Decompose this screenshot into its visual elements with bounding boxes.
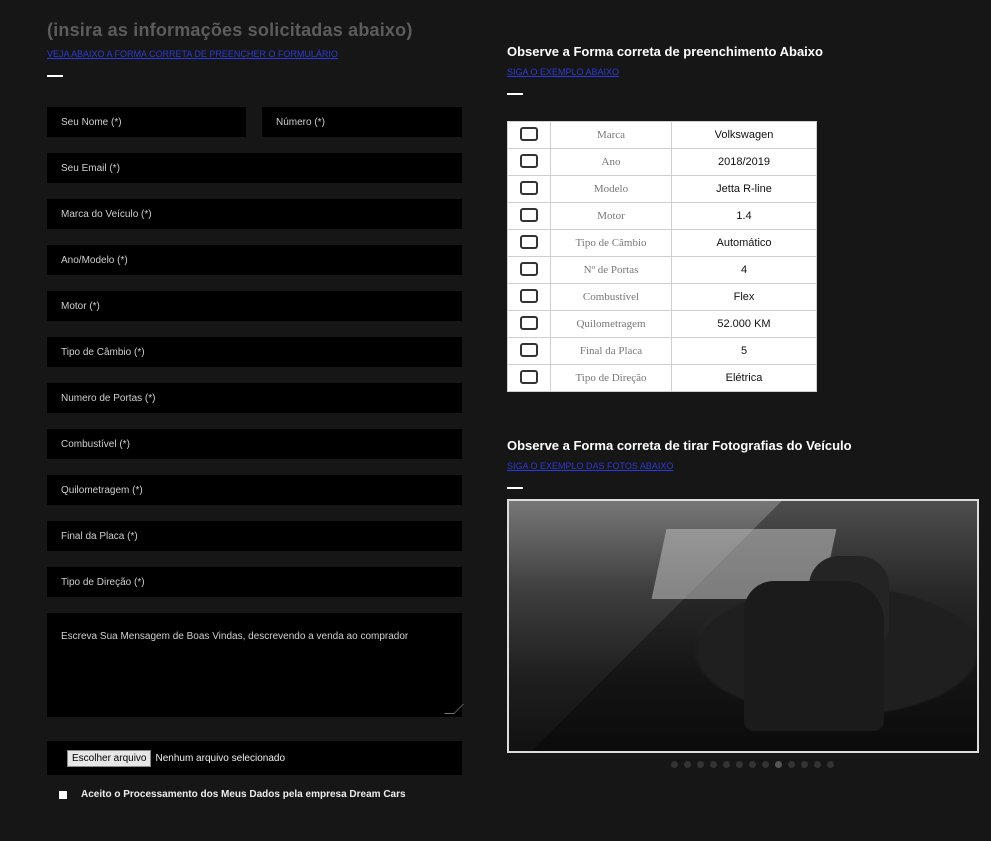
spec-value: 5 <box>671 337 817 365</box>
form-help-link[interactable]: VEJA ABAIXO A FORMA CORRETA DE PREENCHER… <box>47 49 462 59</box>
steering-input[interactable]: Tipo de Direção (*) <box>47 567 462 597</box>
spec-label: Ano <box>550 148 672 176</box>
carousel-dot[interactable] <box>709 761 717 768</box>
fuel-input[interactable]: Combustível (*) <box>47 429 462 459</box>
photo-example-title: Observe a Forma correta de tirar Fotogra… <box>507 438 852 453</box>
door-icon <box>520 261 538 276</box>
divider <box>507 487 523 489</box>
spec-value: Jetta R-line <box>671 175 817 203</box>
doors-input[interactable]: Numero de Portas (*) <box>47 383 462 413</box>
spec-value: 1.4 <box>671 202 817 230</box>
carousel-dot[interactable] <box>748 761 756 768</box>
spec-label: Final da Placa <box>550 337 672 365</box>
carousel-dot[interactable] <box>787 761 795 768</box>
vehicle-form: Seu Nome (*) Número (*) Seu Email (*) Ma… <box>47 107 464 717</box>
spec-label: Quilometragem <box>550 310 672 338</box>
spec-label: Motor <box>550 202 672 230</box>
carousel-dot[interactable] <box>826 761 834 768</box>
gearbox-icon <box>520 234 538 249</box>
engine-input[interactable]: Motor (*) <box>47 291 462 321</box>
message-placeholder: Escreva Sua Mensagem de Boas Vindas, des… <box>61 631 409 642</box>
license-plate-icon <box>520 342 538 357</box>
form-hint-title: (insira as informações solicitadas abaix… <box>47 20 413 40</box>
shield-icon <box>520 126 538 141</box>
consent-label: Aceito o Processamento dos Meus Dados pe… <box>81 789 406 800</box>
spec-label: Marca <box>550 121 672 149</box>
spec-row: Final da Placa 5 <box>507 337 817 365</box>
photo-example-link[interactable]: SIGA O EXEMPLO DAS FOTOS ABAIXO <box>507 461 987 471</box>
spec-row: Tipo de Direção Elétrica <box>507 364 817 392</box>
spec-label: Nº de Portas <box>550 256 672 284</box>
spec-row: Ano 2018/2019 <box>507 148 817 176</box>
spec-value: 2018/2019 <box>671 148 817 176</box>
steering-wheel-icon <box>520 369 538 384</box>
divider <box>507 93 523 95</box>
spec-row: Quilometragem 52.000 KM <box>507 310 817 338</box>
fill-example-link[interactable]: SIGA O EXEMPLO ABAIXO <box>507 67 987 77</box>
fuel-pump-icon <box>520 288 538 303</box>
message-textarea[interactable]: Escreva Sua Mensagem de Boas Vindas, des… <box>47 613 464 717</box>
page: (insira as informações solicitadas abaix… <box>0 0 991 841</box>
spec-row: Nº de Portas 4 <box>507 256 817 284</box>
mileage-input[interactable]: Quilometragem (*) <box>47 475 462 505</box>
spec-value: 4 <box>671 256 817 284</box>
divider <box>47 75 63 77</box>
spec-value: Elétrica <box>671 364 817 392</box>
spec-row: Modelo Jetta R-line <box>507 175 817 203</box>
carousel-dot[interactable] <box>722 761 730 768</box>
spec-value: Automático <box>671 229 817 257</box>
consent-checkbox[interactable] <box>59 790 67 799</box>
carousel-dot[interactable] <box>800 761 808 768</box>
year-model-input[interactable]: Ano/Modelo (*) <box>47 245 462 275</box>
spec-row: Motor 1.4 <box>507 202 817 230</box>
consent-row: Aceito o Processamento dos Meus Dados pe… <box>47 789 462 800</box>
name-input[interactable]: Seu Nome (*) <box>47 107 246 137</box>
resize-grip[interactable] <box>444 704 464 714</box>
carousel-dot[interactable] <box>696 761 704 768</box>
number-input[interactable]: Número (*) <box>262 107 462 137</box>
carousel-dot[interactable] <box>774 761 782 768</box>
carousel-dots <box>507 761 987 768</box>
carousel-dot[interactable] <box>683 761 691 768</box>
spec-value: 52.000 KM <box>671 310 817 338</box>
email-input[interactable]: Seu Email (*) <box>47 153 462 183</box>
plate-end-input[interactable]: Final da Placa (*) <box>47 521 462 551</box>
spec-value: Volkswagen <box>671 121 817 149</box>
spec-value: Flex <box>671 283 817 311</box>
car-icon <box>520 180 538 195</box>
example-spec-table: Marca Volkswagen Ano 2018/2019 Modelo Jetta R… <box>507 121 817 392</box>
carousel-dot[interactable] <box>761 761 769 768</box>
fill-example-title: Observe a Forma correta de preenchimento… <box>507 44 823 59</box>
calendar-icon <box>520 153 538 168</box>
photo-seat <box>744 581 884 731</box>
engine-icon <box>520 207 538 222</box>
file-upload: Escolher arquivo Nenhum arquivo selecion… <box>47 741 462 775</box>
choose-file-button[interactable]: Escolher arquivo <box>67 749 152 767</box>
file-status: Nenhum arquivo selecionado <box>155 752 286 764</box>
carousel-dot[interactable] <box>813 761 821 768</box>
spec-row: Marca Volkswagen <box>507 121 817 149</box>
carousel-dot[interactable] <box>735 761 743 768</box>
example-photo <box>507 499 979 753</box>
spec-label: Combustível <box>550 283 672 311</box>
form-column: (insira as informações solicitadas abaix… <box>47 20 464 800</box>
spec-row: Tipo de Câmbio Automático <box>507 229 817 257</box>
spec-label: Tipo de Direção <box>550 364 672 392</box>
transmission-input[interactable]: Tipo de Câmbio (*) <box>47 337 462 367</box>
brand-input[interactable]: Marca do Veículo (*) <box>47 199 462 229</box>
speedometer-icon <box>520 315 538 330</box>
spec-row: Combustível Flex <box>507 283 817 311</box>
spec-label: Tipo de Câmbio <box>550 229 672 257</box>
carousel-dot[interactable] <box>670 761 678 768</box>
example-column: Observe a Forma correta de preenchimento… <box>507 44 987 768</box>
spec-label: Modelo <box>550 175 672 203</box>
